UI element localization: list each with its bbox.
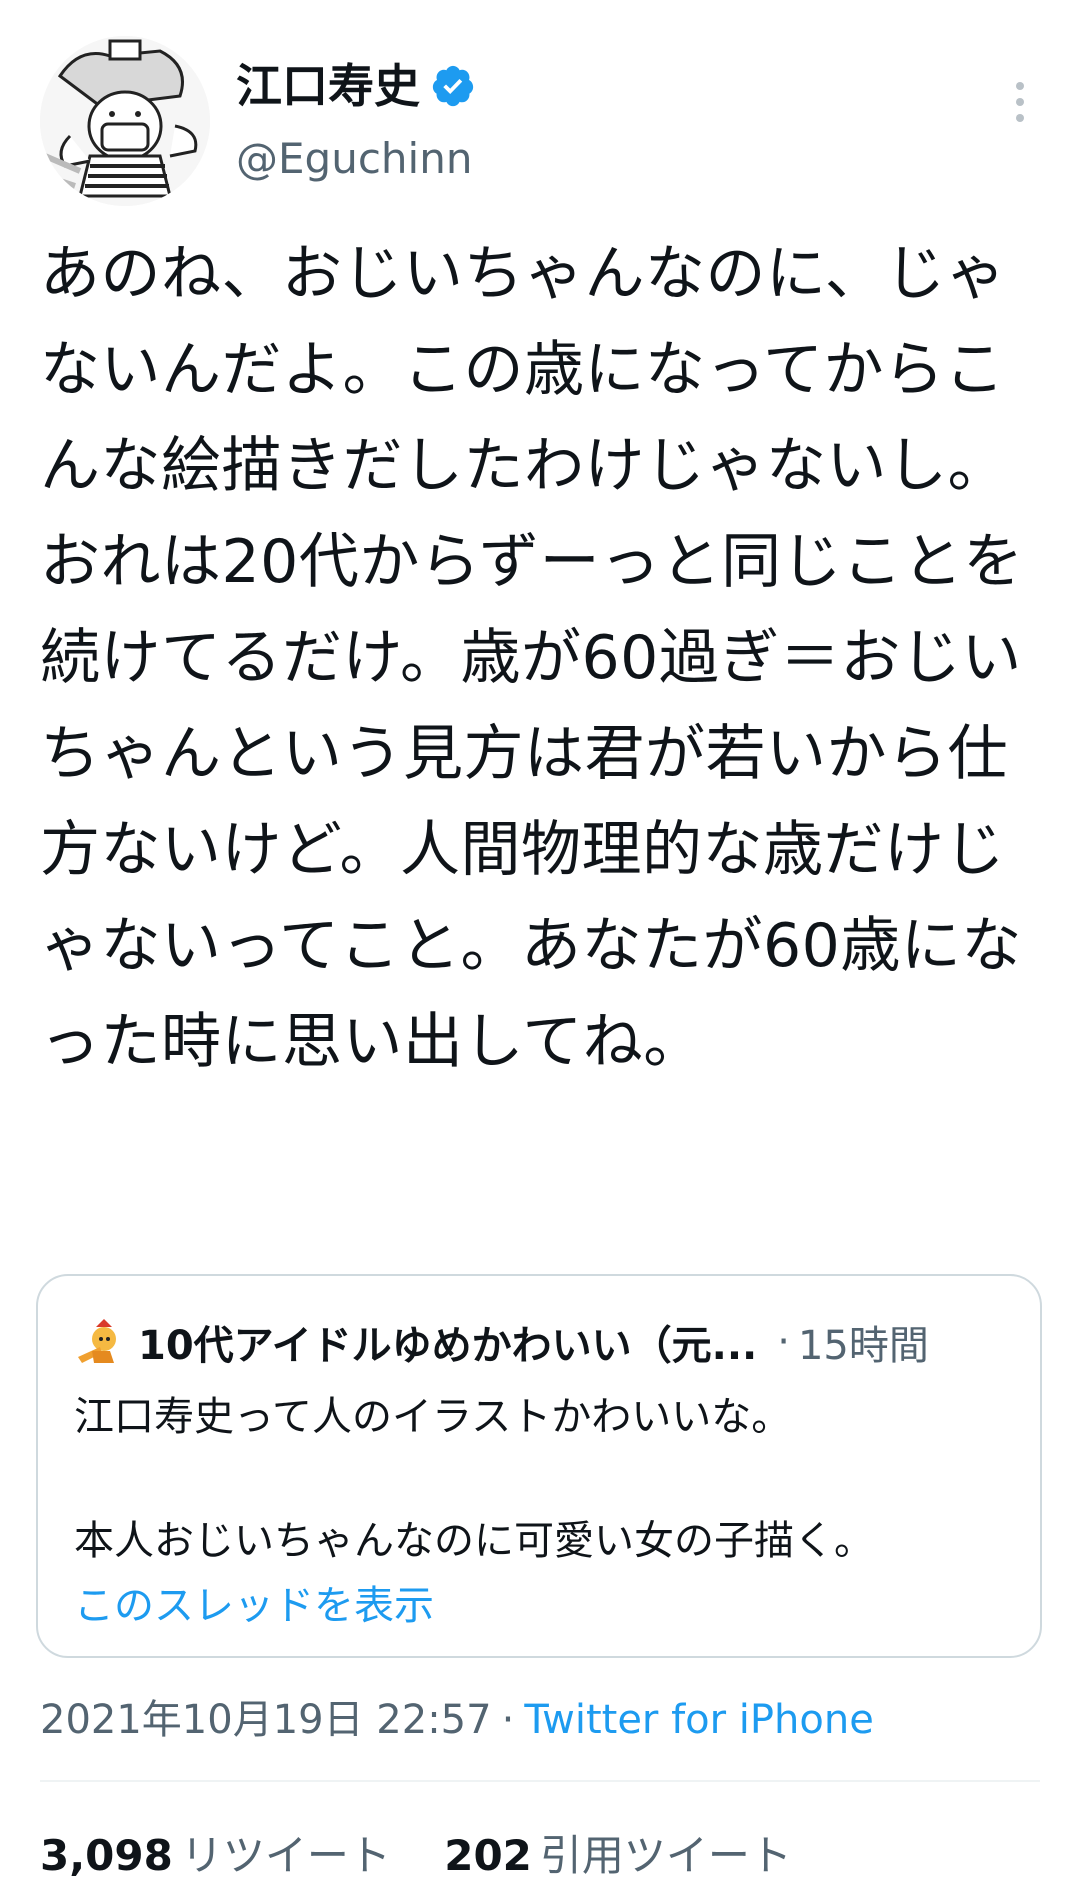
quoted-author-name: 10代アイドルゆめかわいい（元... <box>138 1323 758 1369</box>
author-display-name-row[interactable]: 江口寿史 <box>236 56 476 116</box>
tweet-meta: 2021年10月19日 22:57 · Twitter for iPhone <box>40 1690 874 1750</box>
retweets-label: リツイート <box>180 1831 391 1880</box>
quotes-stat[interactable]: 202 引用ツイート <box>444 1831 832 1880</box>
quoted-author-avatar-icon <box>78 1319 116 1363</box>
quotes-label: 引用ツイート <box>539 1831 792 1880</box>
author-display-name: 江口寿史 <box>236 59 420 113</box>
tweet-header: 江口寿史 @Eguchinn <box>40 36 1040 206</box>
more-options-icon[interactable] <box>1000 62 1040 142</box>
cartoon-avatar-icon <box>40 36 210 206</box>
meta-separator: · <box>501 1697 515 1743</box>
quoted-timestamp: 15時間 <box>797 1323 929 1369</box>
tweet-text: あのね、おじいちゃんなのに、じゃないんだよ。この歳になってからこんな絵描きだした… <box>40 239 1024 1077</box>
quotes-count: 202 <box>444 1831 532 1880</box>
quoted-separator: · <box>777 1319 790 1365</box>
show-thread-link[interactable]: このスレッドを表示 <box>74 1576 434 1636</box>
quoted-tweet-card[interactable]: 10代アイドルゆめかわいい（元... · 15時間 江口寿史って人のイラストかわ… <box>36 1274 1042 1658</box>
author-avatar[interactable] <box>40 36 210 206</box>
tweet-timestamp[interactable]: 2021年10月19日 22:57 <box>40 1697 492 1743</box>
author-name-block: 江口寿史 @Eguchinn <box>236 56 476 184</box>
verified-badge-icon <box>432 65 474 107</box>
author-handle[interactable]: @Eguchinn <box>236 134 476 184</box>
tweet-client-link[interactable]: Twitter for iPhone <box>524 1697 874 1743</box>
retweets-count: 3,098 <box>40 1831 173 1880</box>
tweet-stats: 3,098 リツイート 202 引用ツイート <box>40 1826 832 1886</box>
divider <box>40 1780 1040 1782</box>
retweets-stat[interactable]: 3,098 リツイート <box>40 1831 431 1880</box>
quoted-tweet-header: 10代アイドルゆめかわいい（元... · 15時間 <box>74 1312 1004 1372</box>
quoted-tweet-text: 江口寿史って人のイラストかわいいな。 本人おじいちゃんなのに可愛い女の子描く。 <box>74 1394 874 1564</box>
